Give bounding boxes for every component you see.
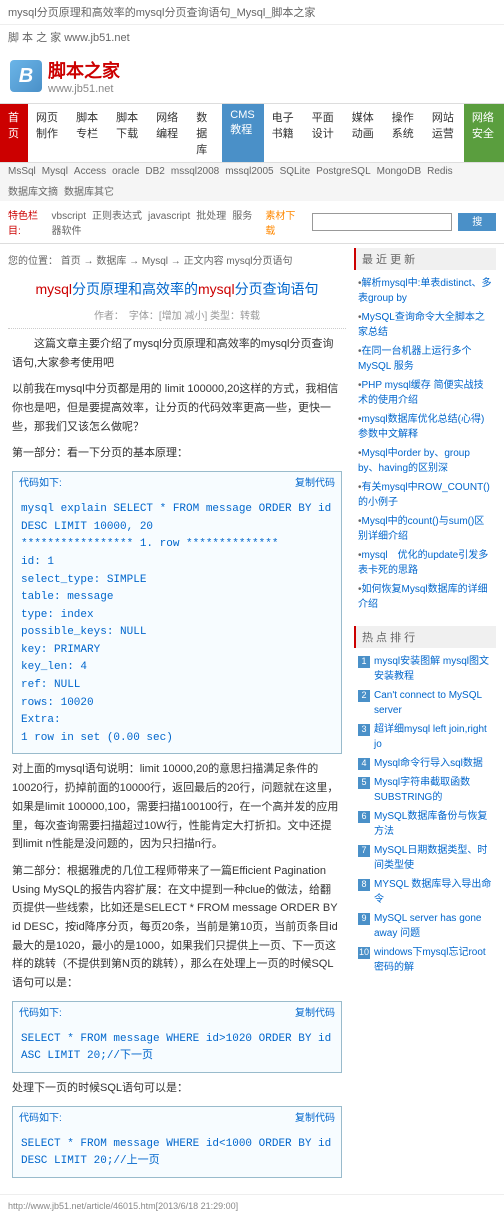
sidebar: 最 近 更 新 •解析mysql中:单表distinct、多表group by•…: [350, 248, 500, 1190]
site-bar: 脚 本 之 家 www.jb51.net: [0, 25, 504, 49]
crumb-home[interactable]: 首页: [61, 256, 81, 267]
side-hot-item[interactable]: 9MySQL server has gone away 问题: [354, 909, 496, 943]
hot-link[interactable]: 正则表达式: [92, 211, 142, 222]
nav-sub-item[interactable]: 数据库其它: [64, 183, 114, 198]
side-latest-item[interactable]: •解析mysql中:单表distinct、多表group by: [354, 274, 496, 308]
hot-label: 特色栏目:: [8, 207, 46, 237]
download-link[interactable]: 素材下载: [265, 207, 300, 237]
nav-sub-item[interactable]: Access: [74, 166, 106, 177]
side-latest-item[interactable]: •Mysql中的count()与sum()区别详细介绍: [354, 512, 496, 546]
nav-sub-item[interactable]: SQLite: [280, 166, 311, 177]
nav-item[interactable]: 媒体动画: [344, 104, 384, 162]
hot-link[interactable]: 批处理: [196, 211, 226, 222]
page-title-bar: mysql分页原理和高效率的mysql分页查询语句_Mysql_脚本之家: [0, 0, 504, 25]
side-latest-title: 最 近 更 新: [354, 248, 496, 270]
side-hot-item[interactable]: 10windows下mysql忘记root密码的解: [354, 943, 496, 977]
nav-item[interactable]: 数据库: [188, 104, 222, 162]
side-latest-item[interactable]: •mysql数据库优化总结(心得)参数中文解释: [354, 410, 496, 444]
article-title: mysql分页原理和高效率的mysql分页查询语句: [8, 271, 346, 307]
nav-sub-item[interactable]: 数据库文摘: [8, 183, 58, 198]
nav-item[interactable]: 网络编程: [148, 104, 188, 162]
nav-sub-item[interactable]: mssql2005: [225, 166, 273, 177]
copy-code-link[interactable]: 复制代码: [295, 1110, 335, 1127]
nav-sub: MsSql Mysql Access oracle DB2 mssql2008 mssql2…: [0, 163, 504, 201]
nav-sub-item[interactable]: MongoDB: [377, 166, 421, 177]
nav-item[interactable]: 电子书籍: [264, 104, 304, 162]
nav-item[interactable]: 平面设计: [304, 104, 344, 162]
nav-item[interactable]: 网页制作: [28, 104, 68, 162]
side-hot-item[interactable]: 5Mysql字符串截取函数SUBSTRING的: [354, 773, 496, 807]
side-latest-item[interactable]: •在同一台机器上运行多个 MySQL 服务: [354, 342, 496, 376]
breadcrumb: 您的位置： 首页 → 数据库 → Mysql → 正文内容 mysql分页语句: [8, 248, 346, 271]
side-latest-item[interactable]: •有关mysql中ROW_COUNT()的小例子: [354, 478, 496, 512]
hot-link[interactable]: vbscript: [52, 211, 86, 222]
article-body: 这篇文章主要介绍了mysql分页原理和高效率的mysql分页查询语句,大家参考使…: [8, 329, 346, 1190]
nav-sub-item[interactable]: MsSql: [8, 166, 36, 177]
crumb-db[interactable]: 数据库: [96, 256, 126, 267]
nav-item[interactable]: CMS教程: [222, 104, 263, 162]
nav-item[interactable]: 网络安全: [464, 104, 504, 162]
logo-en: www.jb51.net: [48, 83, 120, 95]
side-hot-item[interactable]: 3超详细mysql left join,right jo: [354, 720, 496, 754]
search-row: 特色栏目: vbscript正则表达式javascript批处理服务器软件 素材…: [0, 201, 504, 244]
side-hot-item[interactable]: 6MySQL数据库备份与恢复方法: [354, 807, 496, 841]
side-hot-title: 热 点 排 行: [354, 626, 496, 648]
search-input[interactable]: [312, 213, 452, 231]
code-label: 代码如下:: [19, 475, 62, 492]
main-content: 您的位置： 首页 → 数据库 → Mysql → 正文内容 mysql分页语句 …: [4, 248, 350, 1190]
side-hot-item[interactable]: 1mysql安装图解 mysql图文安装教程: [354, 652, 496, 686]
logo-text: 脚本之家 www.jb51.net: [48, 57, 120, 95]
side-latest-item[interactable]: •Mysql中order by、group by、having的区别深: [354, 444, 496, 478]
copy-code-link[interactable]: 复制代码: [295, 475, 335, 492]
nav-sub-item[interactable]: Mysql: [42, 166, 68, 177]
search-button[interactable]: 搜索: [458, 213, 496, 231]
nav-item[interactable]: 网站运营: [424, 104, 464, 162]
crumb-mysql[interactable]: Mysql: [142, 256, 168, 267]
nav-sub-item[interactable]: oracle: [112, 166, 139, 177]
side-hot-item[interactable]: 4Mysql命令行导入sql数据: [354, 754, 496, 773]
logo-cn: 脚本之家: [48, 57, 120, 83]
side-latest-item[interactable]: •如何恢复Mysql数据库的详细介绍: [354, 580, 496, 614]
hot-link[interactable]: javascript: [148, 211, 190, 222]
nav-main: 首页网页制作脚本专栏脚本下载网络编程数据库CMS教程电子书籍平面设计媒体动画操作…: [0, 103, 504, 163]
nav-item[interactable]: 脚本下载: [108, 104, 148, 162]
nav-item[interactable]: 脚本专栏: [68, 104, 108, 162]
header: B 脚本之家 www.jb51.net: [0, 49, 504, 103]
code-label: 代码如下:: [19, 1110, 62, 1127]
side-hot-item[interactable]: 8MYSQL 数据库导入导出命令: [354, 875, 496, 909]
article-meta: 作者： 字体：[增加 减小] 类型：转载: [8, 307, 346, 329]
code-block-3: 代码如下: 复制代码 SELECT * FROM message WHERE i…: [12, 1106, 342, 1178]
side-latest-item[interactable]: •PHP mysql缓存 简便实战技术的使用介绍: [354, 376, 496, 410]
logo-icon: B: [10, 60, 42, 92]
copy-code-link[interactable]: 复制代码: [295, 1005, 335, 1022]
nav-sub-item[interactable]: DB2: [145, 166, 164, 177]
nav-sub-item[interactable]: Redis: [427, 166, 453, 177]
code-block-1: 代码如下: 复制代码 mysql explain SELECT * FROM m…: [12, 471, 342, 754]
nav-item[interactable]: 首页: [0, 104, 28, 162]
side-hot-item[interactable]: 7MySQL日期数据类型、时间类型使: [354, 841, 496, 875]
nav-item[interactable]: 操作系统: [384, 104, 424, 162]
code-block-2: 代码如下: 复制代码 SELECT * FROM message WHERE i…: [12, 1001, 342, 1073]
nav-sub-item[interactable]: mssql2008: [171, 166, 219, 177]
side-latest-item[interactable]: •MySQL查询命令大全脚本之家总结: [354, 308, 496, 342]
nav-sub-item[interactable]: PostgreSQL: [316, 166, 370, 177]
code-label: 代码如下:: [19, 1005, 62, 1022]
side-hot-item[interactable]: 2Can't connect to MySQL server: [354, 686, 496, 720]
footer-url: http://www.jb51.net/article/46015.htm[20…: [0, 1194, 504, 1217]
side-latest-item[interactable]: •mysql 优化的update引发多表卡死的思路: [354, 546, 496, 580]
